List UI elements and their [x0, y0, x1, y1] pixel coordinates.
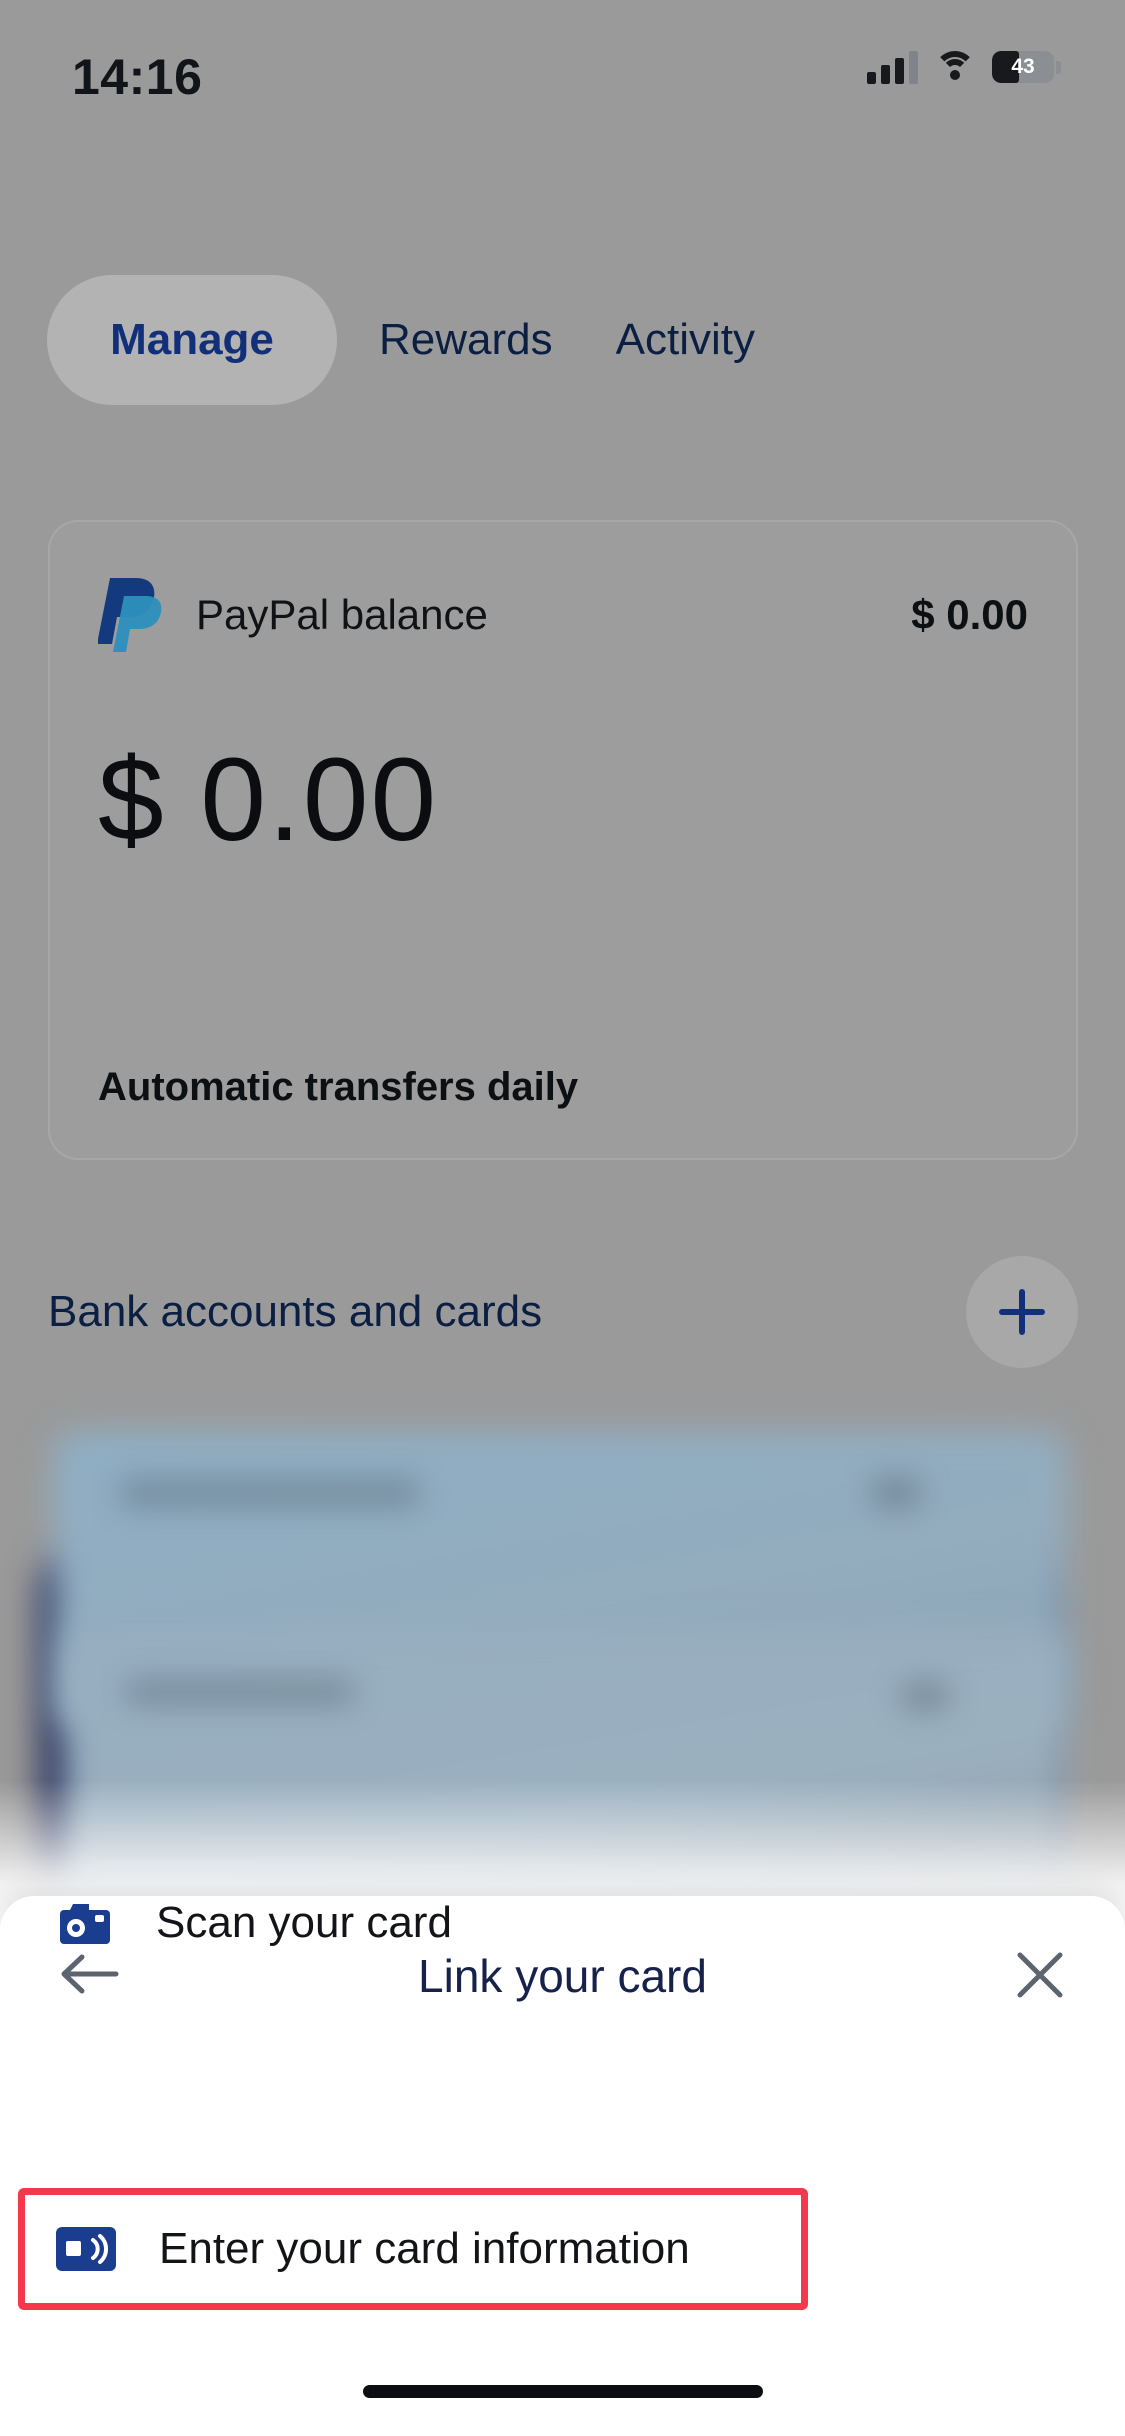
paypal-logo-icon [98, 574, 164, 656]
saved-card-logo-blur [870, 1476, 922, 1510]
option-scan-your-card[interactable]: Scan your card [0, 1875, 1125, 1971]
status-bar: 14:16 43 [0, 0, 1125, 132]
saved-card-text-blur-2 [125, 1678, 355, 1706]
battery-icon: 43 [992, 51, 1061, 83]
home-indicator [362, 2385, 763, 2398]
saved-card-logo-blur-2 [900, 1680, 950, 1712]
bank-accounts-title: Bank accounts and cards [48, 1287, 543, 1336]
status-bar-time: 14:16 [72, 49, 203, 105]
app-screen: 14:16 43 Manage Rewards Activity PayPal … [0, 0, 1125, 2436]
tab-rewards[interactable]: Rewards [379, 275, 553, 405]
balance-label: PayPal balance [196, 591, 488, 638]
saved-card-text-blur [120, 1478, 420, 1508]
cellular-signal-icon [867, 50, 918, 84]
plus-icon [995, 1285, 1049, 1339]
camera-icon [52, 1892, 114, 1954]
tab-activity-label: Activity [615, 315, 755, 364]
tab-manage-label: Manage [110, 315, 274, 364]
paypal-balance-card[interactable]: PayPal balance $ 0.00 $ 0.00 Automatic t… [48, 520, 1078, 1160]
option-scan-your-card-label: Scan your card [156, 1898, 452, 1947]
option-enter-card-information[interactable]: Enter your card information [18, 2188, 808, 2310]
balance-amount-small: $ 0.00 [911, 591, 1028, 638]
wifi-icon [934, 51, 976, 83]
saved-cards-list[interactable] [0, 1400, 1125, 1930]
tab-manage[interactable]: Manage [47, 275, 337, 405]
add-payment-method-button[interactable] [966, 1256, 1078, 1368]
status-bar-indicators: 43 [867, 50, 1061, 84]
option-enter-card-information-label: Enter your card information [159, 2224, 690, 2273]
balance-transfer-note: Automatic transfers daily [98, 1065, 579, 1109]
tab-rewards-label: Rewards [379, 315, 553, 364]
link-card-bottom-sheet: Link your card [0, 1896, 1125, 2436]
tab-bar: Manage Rewards Activity [0, 275, 1125, 405]
tab-activity[interactable]: Activity [616, 275, 755, 405]
bank-accounts-section-header: Bank accounts and cards [48, 1252, 1078, 1372]
dimmed-app-backdrop: 14:16 43 Manage Rewards Activity PayPal … [0, 0, 1125, 1930]
battery-level-label: 43 [1011, 55, 1035, 78]
balance-card-header: PayPal balance $ 0.00 [98, 574, 1028, 656]
contactless-card-icon [55, 2218, 117, 2280]
balance-amount-large: $ 0.00 [98, 734, 439, 866]
